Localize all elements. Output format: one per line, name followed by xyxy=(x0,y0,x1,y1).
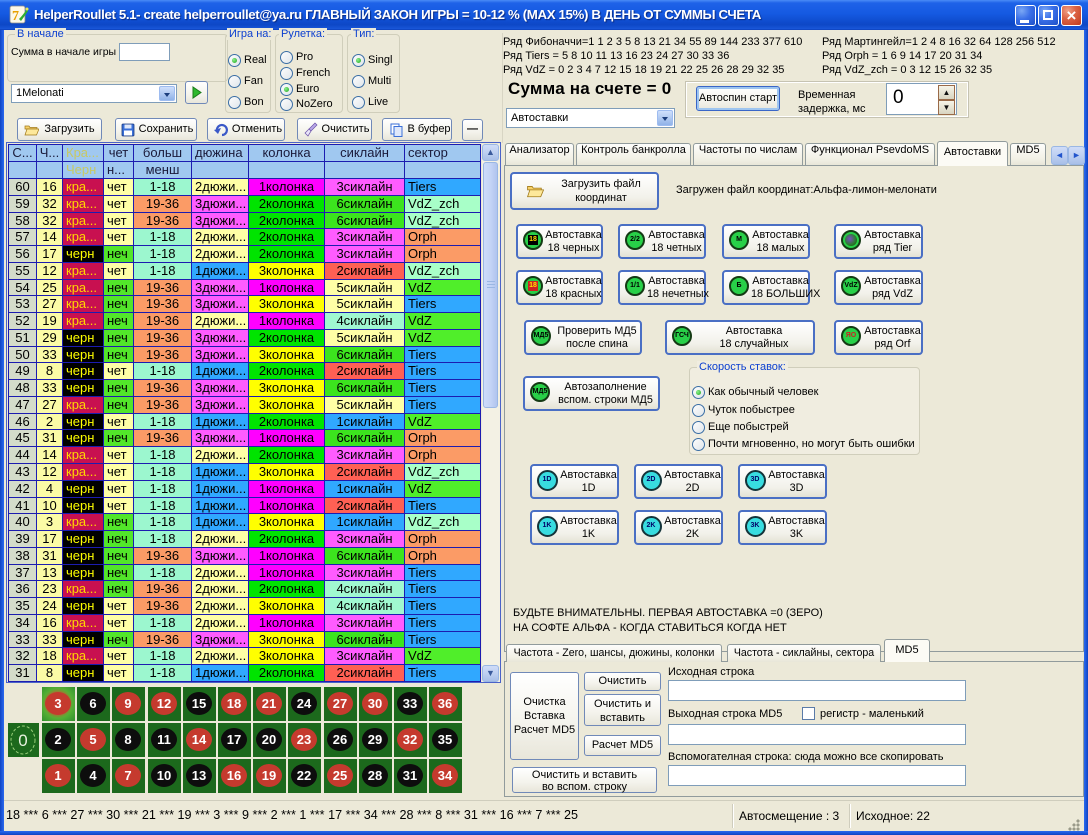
svg-text:7: 7 xyxy=(12,9,19,24)
svg-text:0: 0 xyxy=(18,731,27,750)
